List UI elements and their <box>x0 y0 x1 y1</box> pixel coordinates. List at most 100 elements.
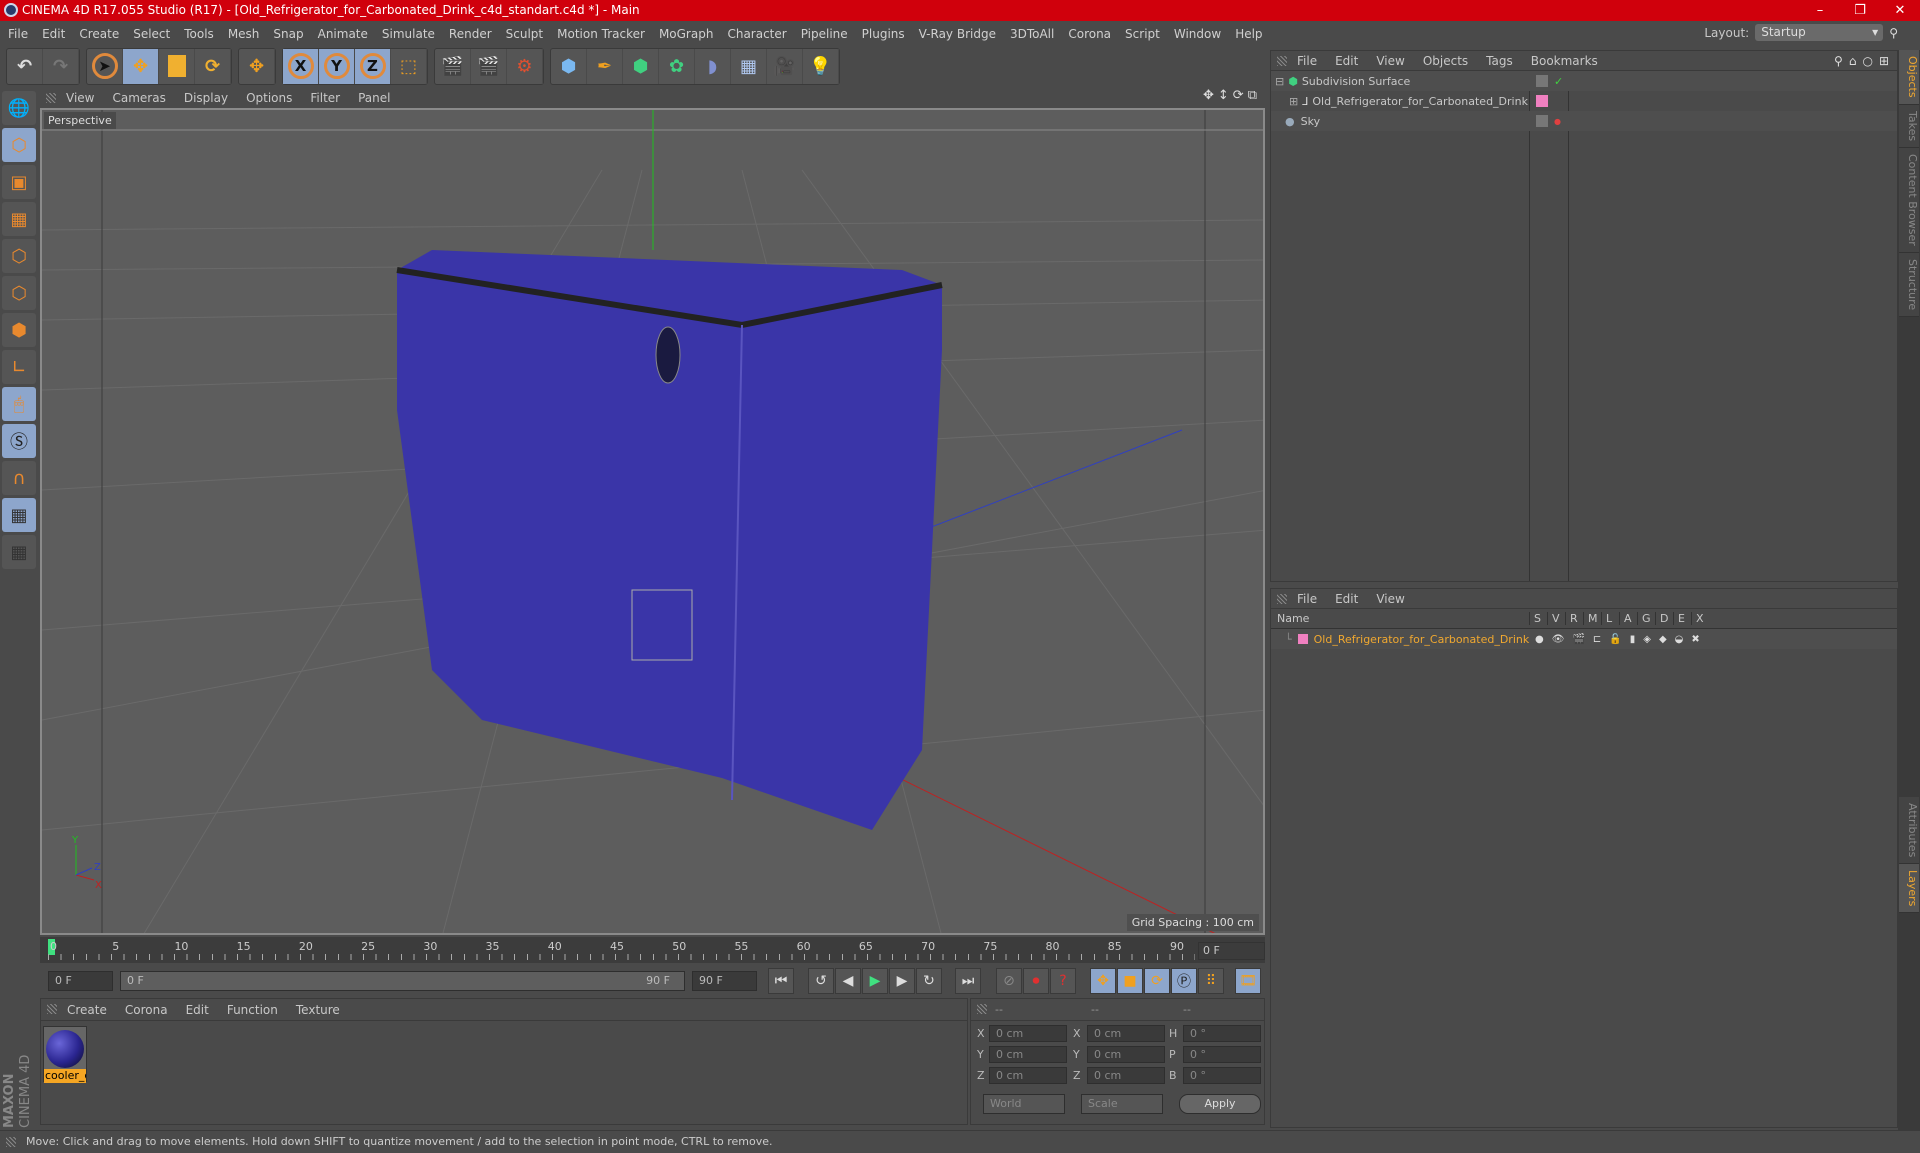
menu-render[interactable]: Render <box>449 27 492 41</box>
layer-generator-icon[interactable]: ◈ <box>1643 634 1651 645</box>
menu-create[interactable]: Create <box>79 27 119 41</box>
search-icon[interactable]: ⚲ <box>1889 26 1898 40</box>
keyframe-selection-icon[interactable]: ? <box>1050 968 1076 994</box>
live-selection-icon[interactable]: ✥ <box>239 48 275 84</box>
tab-layers[interactable]: Layers <box>1899 864 1919 914</box>
layer-name[interactable]: Old_Refrigerator_for_Carbonated_Drink <box>1314 633 1530 646</box>
polygons-mode-icon[interactable]: ⬢ <box>2 313 36 347</box>
viewport-menu-filter[interactable]: Filter <box>310 91 340 105</box>
menu-pipeline[interactable]: Pipeline <box>801 27 848 41</box>
light-icon[interactable]: 💡 <box>803 48 839 84</box>
menu-corona[interactable]: Corona <box>1068 27 1111 41</box>
deformer-icon[interactable]: ◗ <box>695 48 731 84</box>
collapse-icon[interactable]: ⊟ <box>1275 75 1284 88</box>
menu-snap[interactable]: Snap <box>273 27 303 41</box>
object-row-subdivision[interactable]: ⊟ ⬢ Subdivision Surface ✓ <box>1271 71 1897 91</box>
render-settings-icon[interactable]: ⚙ <box>507 48 543 84</box>
layer-row[interactable]: └ Old_Refrigerator_for_Carbonated_Drink … <box>1271 629 1897 649</box>
previous-key-icon[interactable]: ↺ <box>808 968 834 994</box>
menu-script[interactable]: Script <box>1125 27 1160 41</box>
y-axis-icon[interactable]: Y <box>319 48 355 84</box>
menu-window[interactable]: Window <box>1174 27 1221 41</box>
menu-help[interactable]: Help <box>1235 27 1262 41</box>
layer-expression-icon[interactable]: ◒ <box>1675 634 1684 645</box>
layer-manager-icon[interactable]: ⊏ <box>1593 634 1601 645</box>
layer-render-icon[interactable]: 🎬 <box>1572 634 1584 645</box>
redo-icon[interactable]: ↷ <box>43 48 79 84</box>
maximize-button[interactable]: ❐ <box>1840 0 1880 21</box>
tab-structure[interactable]: Structure <box>1899 252 1919 317</box>
coord-value-field[interactable]: 0 cm <box>1087 1067 1165 1084</box>
layer-column-e[interactable]: E <box>1673 612 1685 625</box>
panel-grip-icon[interactable] <box>46 93 56 103</box>
timeline-window-icon[interactable]: 🎞 <box>1235 968 1261 994</box>
menu-3dtoall[interactable]: 3DToAll <box>1010 27 1054 41</box>
coord-value-field[interactable]: 0 cm <box>1087 1025 1165 1042</box>
home-icon[interactable]: ⌂ <box>1849 54 1857 68</box>
objects-menu-edit[interactable]: Edit <box>1335 54 1358 68</box>
tab-takes[interactable]: Takes <box>1899 104 1919 148</box>
viewport-perspective[interactable]: Y X Z Perspective Grid Spacing : 100 cm <box>40 108 1265 935</box>
objects-menu-tags[interactable]: Tags <box>1486 54 1513 68</box>
coord-mode-dropdown[interactable]: World <box>983 1094 1065 1114</box>
menu-edit[interactable]: Edit <box>42 27 65 41</box>
layer-column-g[interactable]: G <box>1637 612 1651 625</box>
filter-icon[interactable]: ○ <box>1862 54 1872 68</box>
record-keys-icon[interactable]: ⊘ <box>996 968 1022 994</box>
coord-value-field[interactable]: 0 ° <box>1183 1067 1261 1084</box>
dolly-view-icon[interactable]: ↕ <box>1218 88 1229 103</box>
editor-visibility-icon[interactable] <box>1536 115 1548 127</box>
viewport-menu-panel[interactable]: Panel <box>358 91 390 105</box>
layer-lock-icon[interactable]: 🔓 <box>1609 634 1621 645</box>
play-icon[interactable]: ▶ <box>862 968 888 994</box>
next-frame-icon[interactable]: ▶ <box>889 968 915 994</box>
coord-value-field[interactable]: 0 cm <box>989 1025 1067 1042</box>
layer-visible-icon[interactable]: 👁 <box>1552 634 1565 645</box>
cube-icon[interactable]: ⬢ <box>551 48 587 84</box>
layer-column-s[interactable]: S <box>1529 612 1541 625</box>
end-frame-field[interactable]: 90 F <box>692 971 757 991</box>
material-menu-create[interactable]: Create <box>67 1003 107 1017</box>
minimize-button[interactable]: – <box>1800 0 1840 21</box>
menu-simulate[interactable]: Simulate <box>382 27 435 41</box>
select-icon[interactable]: ➤ <box>87 48 123 84</box>
apply-button[interactable]: Apply <box>1179 1094 1261 1114</box>
edges-mode-icon[interactable]: ⬡ <box>2 276 36 310</box>
floor-icon[interactable]: ▦ <box>731 48 767 84</box>
move-icon[interactable]: ✥ <box>123 48 159 84</box>
key-parameter-icon[interactable]: Ⓟ <box>1171 968 1197 994</box>
workplane-icon[interactable]: ▦ <box>2 202 36 236</box>
tweak-mode-icon[interactable]: 🖱 <box>2 387 36 421</box>
layout-dropdown[interactable]: Startup <box>1755 24 1884 41</box>
subdivision-icon[interactable]: ⬢ <box>623 48 659 84</box>
layer-column-v[interactable]: V <box>1547 612 1560 625</box>
rotate-view-icon[interactable]: ⟳ <box>1233 88 1244 103</box>
layer-column-d[interactable]: D <box>1655 612 1668 625</box>
workplane-align-icon[interactable]: ▦ <box>2 535 36 569</box>
menu-mograph[interactable]: MoGraph <box>659 27 714 41</box>
world-coord-icon[interactable]: ⬚ <box>391 48 427 84</box>
key-rotation-icon[interactable]: ⟳ <box>1144 968 1170 994</box>
start-frame-field[interactable]: 0 F <box>48 971 113 991</box>
layer-column-a[interactable]: A <box>1619 612 1632 625</box>
layer-color-swatch[interactable] <box>1536 95 1548 107</box>
layer-column-r[interactable]: R <box>1565 612 1578 625</box>
solo-icon[interactable]: Ⓢ <box>2 424 36 458</box>
new-window-icon[interactable]: ⊞ <box>1879 54 1889 68</box>
coord-value-field[interactable]: 0 ° <box>1183 1046 1261 1063</box>
layer-animation-icon[interactable]: ▮ <box>1630 634 1636 645</box>
menu-file[interactable]: File <box>8 27 28 41</box>
model-mode-icon[interactable]: ⬡ <box>2 128 36 162</box>
editor-visibility-icon[interactable] <box>1536 75 1548 87</box>
tab-objects[interactable]: Objects <box>1899 50 1919 105</box>
cloner-icon[interactable]: ✿ <box>659 48 695 84</box>
make-editable-icon[interactable]: 🌐 <box>2 91 36 125</box>
menu-select[interactable]: Select <box>133 27 170 41</box>
tab-content-browser[interactable]: Content Browser <box>1899 147 1919 253</box>
search-icon[interactable]: ⚲ <box>1834 54 1843 68</box>
rotate-icon[interactable]: ⟳ <box>195 48 231 84</box>
layer-xref-icon[interactable]: ✖ <box>1691 634 1699 645</box>
z-axis-icon[interactable]: Z <box>355 48 391 84</box>
layer-solo-icon[interactable]: ● <box>1535 634 1544 645</box>
snap-icon[interactable]: ∩ <box>2 461 36 495</box>
